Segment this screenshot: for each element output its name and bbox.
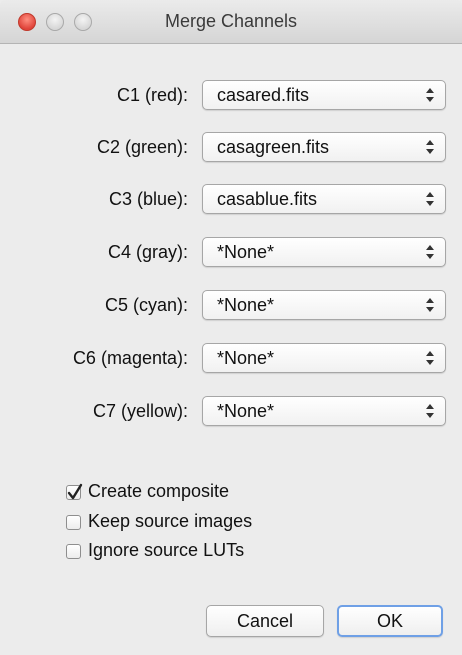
chevron-up-down-icon (425, 401, 435, 421)
chevron-up-down-icon (425, 189, 435, 209)
channel-value-c2: casagreen.fits (217, 137, 330, 157)
chevron-up-down-icon (425, 295, 435, 315)
merge-channels-dialog: Merge Channels C1 (red): casared.fits C2… (0, 0, 462, 655)
channel-label-c5: C5 (cyan): (104, 295, 188, 315)
channel-value-c5: *None* (217, 295, 275, 315)
channel-label-c4: C4 (gray): (107, 242, 188, 262)
channel-label-c3: C3 (blue): (108, 189, 188, 209)
window-title: Merge Channels (164, 11, 298, 31)
chevron-up-down-icon (425, 242, 435, 262)
channel-label-c7: C7 (yellow): (92, 401, 188, 421)
channel-row-c5: C5 (cyan): *None* (0, 290, 462, 322)
channel-value-c3: casablue.fits (217, 189, 318, 209)
channel-select-c6[interactable]: *None* (202, 343, 446, 373)
chevron-up-down-icon (425, 137, 435, 157)
channel-row-c6: C6 (magenta): *None* (0, 343, 462, 375)
channel-value-c4: *None* (217, 242, 275, 262)
channel-select-c7[interactable]: *None* (202, 396, 446, 426)
title-bar[interactable]: Merge Channels (0, 0, 462, 44)
channel-label-c6: C6 (magenta): (72, 348, 188, 368)
ignore-source-luts-label: Ignore source LUTs (88, 540, 245, 560)
create-composite-checkbox[interactable] (66, 483, 83, 500)
ignore-source-luts-checkbox[interactable] (66, 544, 81, 559)
chevron-up-down-icon (425, 348, 435, 368)
ok-button[interactable]: OK (337, 605, 443, 637)
cancel-button[interactable]: Cancel (206, 605, 324, 637)
chevron-up-down-icon (425, 85, 435, 105)
channel-row-c7: C7 (yellow): *None* (0, 396, 462, 428)
create-composite-label: Create composite (88, 481, 230, 501)
channel-label-c2: C2 (green): (96, 137, 188, 157)
channel-value-c7: *None* (217, 401, 275, 421)
channel-select-c2[interactable]: casagreen.fits (202, 132, 446, 162)
channel-select-c3[interactable]: casablue.fits (202, 184, 446, 214)
channel-label-c1: C1 (red): (116, 85, 188, 105)
channel-select-c1[interactable]: casared.fits (202, 80, 446, 110)
channel-value-c1: casared.fits (217, 85, 310, 105)
channel-select-c5[interactable]: *None* (202, 290, 446, 320)
channel-select-c4[interactable]: *None* (202, 237, 446, 267)
channel-row-c4: C4 (gray): *None* (0, 237, 462, 269)
channel-value-c6: *None* (217, 348, 275, 368)
keep-source-images-label: Keep source images (88, 511, 253, 531)
channel-row-c1: C1 (red): casared.fits (0, 80, 462, 112)
channel-row-c3: C3 (blue): casablue.fits (0, 184, 462, 216)
channel-row-c2: C2 (green): casagreen.fits (0, 132, 462, 164)
checkmark-icon (67, 483, 83, 500)
keep-source-images-checkbox[interactable] (66, 515, 81, 530)
